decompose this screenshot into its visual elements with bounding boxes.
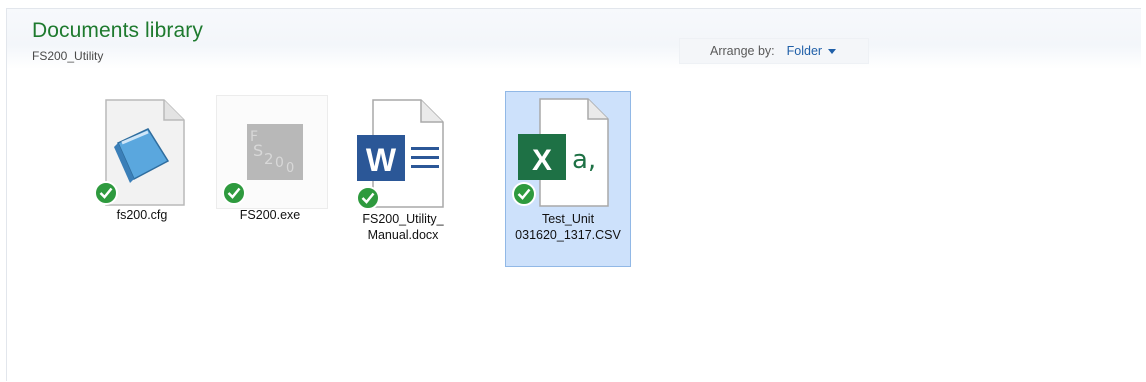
library-title: Documents library [32,19,203,42]
svg-text:2: 2 [264,150,274,168]
dropdown-caret-icon [828,48,837,54]
svg-text:a,: a, [572,145,596,175]
sync-check-icon [356,186,380,210]
arrange-by-bar: Arrange by: Folder [679,38,869,64]
file-name: FS200.exe [239,208,301,222]
svg-text:S: S [253,141,263,160]
svg-text:W: W [366,142,397,178]
file-item[interactable]: fs200.cfg [87,95,197,225]
file-name-line-1: FS200_Utility_ [362,212,444,226]
sync-check-icon [94,181,118,205]
arrange-by-label: Arrange by: [710,44,775,58]
file-item[interactable]: W FS200_Utility_ Manual.docx [343,95,463,263]
sync-check-icon [512,182,536,206]
file-name-line-2: 031620_1317.CSV [515,228,621,242]
file-name: fs200.cfg [116,208,168,222]
sync-check-icon [222,181,246,205]
explorer-content-pane: Documents library FS200_Utility Arrange … [6,8,1141,381]
svg-text:0: 0 [275,155,284,171]
file-item-selected[interactable]: a, X Test_Unit 031620_1317.CSV [505,91,631,267]
file-name-line-2: Manual.docx [367,228,439,242]
file-name-line-1: Test_Unit [541,212,595,226]
library-path: FS200_Utility [32,49,104,63]
arrange-by-dropdown[interactable]: Folder [786,44,837,58]
library-header: Documents library FS200_Utility Arrange … [7,9,1141,69]
file-item[interactable]: F S 2 0 0 FS200.exe [212,95,328,225]
svg-text:0: 0 [286,161,294,176]
arrange-by-value: Folder [786,44,823,58]
svg-text:X: X [532,144,552,177]
